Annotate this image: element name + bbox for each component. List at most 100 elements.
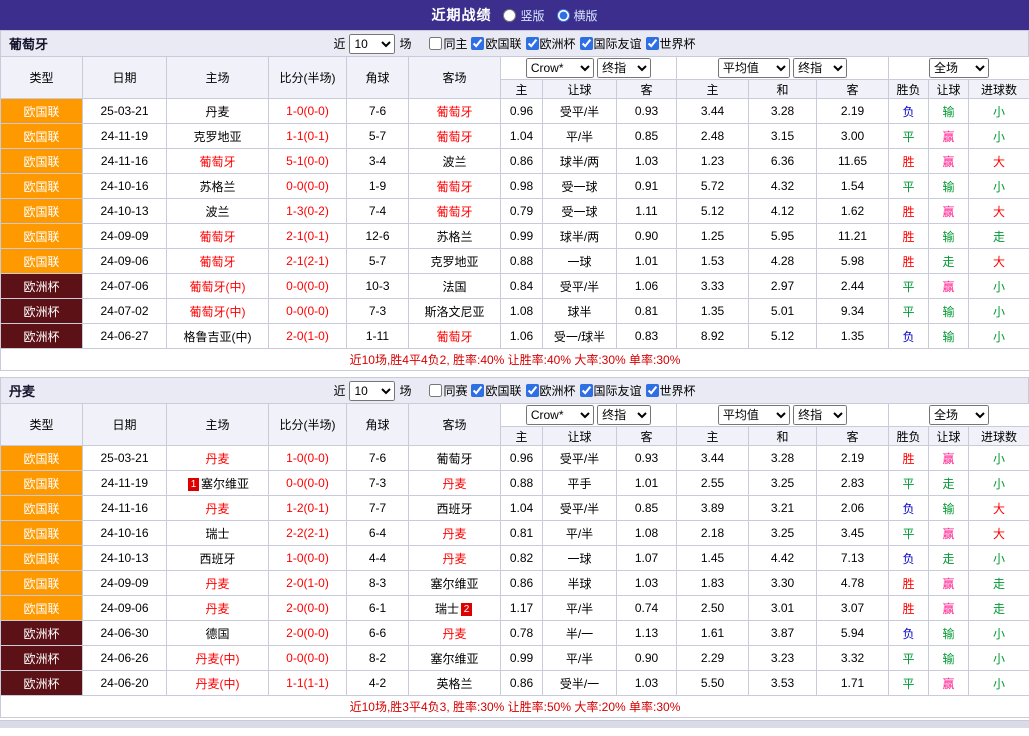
league-checkbox-worldcup[interactable]: 世界杯 (646, 382, 696, 399)
home-team[interactable]: 葡萄牙(中) (167, 299, 269, 324)
away-team[interactable]: 克罗地亚 (409, 249, 501, 274)
avg-away-odds: 2.44 (817, 274, 889, 299)
radio-vertical-input[interactable] (503, 9, 516, 22)
avg-away-odds: 2.19 (817, 446, 889, 471)
layout-horizontal-radio[interactable]: 横版 (557, 7, 598, 24)
league-checkbox-friendly[interactable]: 国际友谊 (580, 35, 642, 52)
match-row: 欧国联24-10-13西班牙1-0(0-0)4-4丹麦0.82一球1.071.4… (1, 546, 1029, 571)
away-team[interactable]: 丹麦 (409, 546, 501, 571)
section-summary: 近10场,胜3平4负3, 胜率:30% 让胜率:50% 大率:20% 单率:30… (1, 696, 1029, 718)
avg-away-odds: 5.94 (817, 621, 889, 646)
away-team[interactable]: 葡萄牙 (409, 324, 501, 349)
handicap-odds-type-select[interactable]: 终指 (597, 58, 651, 78)
away-team[interactable]: 塞尔维亚 (409, 646, 501, 671)
home-team[interactable]: 丹麦(中) (167, 646, 269, 671)
home-team[interactable]: 葡萄牙 (167, 149, 269, 174)
handicap-line: 受平/半 (543, 274, 617, 299)
league-checkbox-nations[interactable]: 欧国联 (471, 382, 521, 399)
match-count-select[interactable]: 10 (349, 34, 395, 54)
bookmaker-select[interactable]: Crow* (526, 405, 594, 425)
away-team[interactable]: 葡萄牙 (409, 174, 501, 199)
col-result-wdl: 胜负 (889, 427, 929, 446)
league-type-badge: 欧国联 (1, 124, 83, 149)
league-checkbox-nations[interactable]: 欧国联 (471, 35, 521, 52)
league-checkbox-friendly[interactable]: 国际友谊 (580, 382, 642, 399)
away-team[interactable]: 斯洛文尼亚 (409, 299, 501, 324)
away-team[interactable]: 丹麦 (409, 621, 501, 646)
home-team[interactable]: 德国 (167, 621, 269, 646)
average-odds-type-select[interactable]: 终指 (793, 58, 847, 78)
away-team[interactable]: 波兰 (409, 149, 501, 174)
home-team[interactable]: 苏格兰 (167, 174, 269, 199)
away-team[interactable]: 葡萄牙 (409, 99, 501, 124)
home-team[interactable]: 克罗地亚 (167, 124, 269, 149)
result-goals: 小 (969, 671, 1029, 696)
bookmaker-select[interactable]: Crow* (526, 58, 594, 78)
handicap-line: 受一球 (543, 199, 617, 224)
away-team[interactable]: 英格兰 (409, 671, 501, 696)
handicap-home-odds: 0.79 (501, 199, 543, 224)
avg-away-odds: 1.62 (817, 199, 889, 224)
result-handicap: 赢 (929, 671, 969, 696)
home-team[interactable]: 丹麦 (167, 571, 269, 596)
home-team[interactable]: 葡萄牙(中) (167, 274, 269, 299)
result-goals: 小 (969, 124, 1029, 149)
match-date: 24-11-16 (83, 149, 167, 174)
league-checkbox-euro[interactable]: 欧洲杯 (526, 35, 576, 52)
same-home-checkbox[interactable]: 同主 (429, 35, 467, 52)
result-handicap: 输 (929, 621, 969, 646)
corners: 7-7 (347, 496, 409, 521)
home-team[interactable]: 丹麦 (167, 99, 269, 124)
average-odds-type-select[interactable]: 终指 (793, 405, 847, 425)
avg-away-odds: 2.19 (817, 99, 889, 124)
same-competition-checkbox[interactable]: 同赛 (429, 382, 467, 399)
home-team[interactable]: 丹麦 (167, 596, 269, 621)
handicap-home-odds: 0.99 (501, 224, 543, 249)
result-handicap: 赢 (929, 274, 969, 299)
handicap-line: 受平/半 (543, 446, 617, 471)
result-wdl: 胜 (889, 199, 929, 224)
home-team[interactable]: 1塞尔维亚 (167, 471, 269, 496)
handicap-line: 平/半 (543, 124, 617, 149)
scope-select[interactable]: 全场 (929, 405, 989, 425)
col-result-goals: 进球数 (969, 80, 1029, 99)
home-team[interactable]: 丹麦(中) (167, 671, 269, 696)
home-team[interactable]: 丹麦 (167, 496, 269, 521)
corners: 8-3 (347, 571, 409, 596)
result-handicap: 赢 (929, 521, 969, 546)
home-team[interactable]: 波兰 (167, 199, 269, 224)
result-goals: 大 (969, 496, 1029, 521)
away-team[interactable]: 苏格兰 (409, 224, 501, 249)
home-team[interactable]: 葡萄牙 (167, 249, 269, 274)
home-team[interactable]: 瑞士 (167, 521, 269, 546)
away-team[interactable]: 瑞士2 (409, 596, 501, 621)
scope-select[interactable]: 全场 (929, 58, 989, 78)
away-team[interactable]: 葡萄牙 (409, 124, 501, 149)
away-team[interactable]: 法国 (409, 274, 501, 299)
result-goals: 小 (969, 471, 1029, 496)
away-team[interactable]: 葡萄牙 (409, 199, 501, 224)
home-team[interactable]: 丹麦 (167, 446, 269, 471)
match-count-select[interactable]: 10 (349, 381, 395, 401)
away-team[interactable]: 丹麦 (409, 521, 501, 546)
average-select[interactable]: 平均值 (718, 58, 790, 78)
radio-horizontal-input[interactable] (557, 9, 570, 22)
home-team[interactable]: 葡萄牙 (167, 224, 269, 249)
league-checkbox-worldcup[interactable]: 世界杯 (646, 35, 696, 52)
league-checkbox-euro[interactable]: 欧洲杯 (526, 382, 576, 399)
away-team[interactable]: 葡萄牙 (409, 446, 501, 471)
average-select[interactable]: 平均值 (718, 405, 790, 425)
away-team[interactable]: 塞尔维亚 (409, 571, 501, 596)
layout-vertical-radio[interactable]: 竖版 (503, 7, 544, 24)
handicap-away-odds: 0.90 (617, 224, 677, 249)
home-team[interactable]: 格鲁吉亚(中) (167, 324, 269, 349)
away-team[interactable]: 西班牙 (409, 496, 501, 521)
handicap-odds-type-select[interactable]: 终指 (597, 405, 651, 425)
avg-draw-odds: 4.28 (749, 249, 817, 274)
away-team[interactable]: 丹麦 (409, 471, 501, 496)
avg-draw-odds: 4.32 (749, 174, 817, 199)
home-team[interactable]: 西班牙 (167, 546, 269, 571)
avg-home-odds: 5.50 (677, 671, 749, 696)
match-row: 欧国联24-09-06葡萄牙2-1(2-1)5-7克罗地亚0.88一球1.011… (1, 249, 1029, 274)
handicap-away-odds: 0.74 (617, 596, 677, 621)
